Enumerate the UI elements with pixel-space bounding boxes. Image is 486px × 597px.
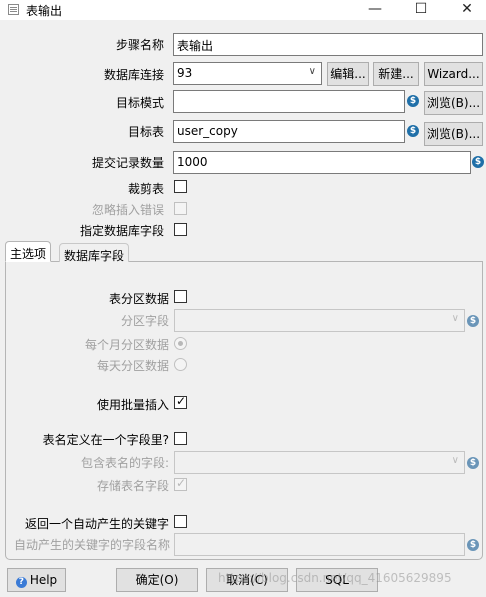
variable-icon[interactable]: $ [467,539,479,551]
new-connection-button[interactable]: 新建... [373,62,419,86]
store-tablename-checkbox[interactable]: ✓ [174,476,187,491]
specify-fields-label: 指定数据库字段 [79,224,164,238]
batch-insert-label: 使用批量插入 [96,398,169,412]
monthly-label: 每个月分区数据 [84,338,169,352]
minimize-button[interactable]: — [360,0,390,20]
check-mark-icon: ✓ [175,394,187,408]
daily-label: 每天分区数据 [96,359,169,373]
chevron-down-icon: ∨ [451,313,459,324]
variable-icon[interactable]: $ [407,95,419,107]
target-schema-input[interactable] [173,90,405,113]
commit-size-input[interactable]: 1000 [173,151,471,174]
variable-icon[interactable]: $ [472,156,484,168]
daily-radio[interactable] [174,358,187,371]
connection-label: 数据库连接 [103,68,164,82]
variable-icon[interactable]: $ [467,457,479,469]
target-schema-label: 目标模式 [115,96,164,110]
ignore-errors-checkbox[interactable] [174,202,187,215]
help-button-label: Help [29,573,58,587]
watermark-text: https://blog.csdn.net/qq_41605629895 [218,571,452,585]
browse-schema-button[interactable]: 浏览(B)... [424,91,483,115]
maximize-button[interactable]: ☐ [406,0,436,20]
variable-icon[interactable]: $ [407,125,419,137]
specify-fields-checkbox[interactable] [174,223,187,236]
edit-connection-button[interactable]: 编辑... [327,62,369,86]
monthly-radio[interactable] [174,337,187,350]
title-bar: 表输出 — ☐ ✕ [0,0,486,20]
chevron-down-icon: ∨ [451,455,459,466]
ignore-errors-label: 忽略插入错误 [91,203,164,217]
tablename-in-field-label: 表名定义在一个字段里? [42,433,169,447]
truncate-checkbox[interactable] [174,180,187,193]
variable-icon[interactable]: $ [467,315,479,327]
key-field-name-input[interactable] [174,533,465,556]
partition-checkbox[interactable] [174,290,187,303]
help-button[interactable]: ? Help [7,568,66,592]
store-tablename-label: 存储表名字段 [96,479,169,493]
help-icon: ? [15,577,27,588]
connection-value: 93 [177,66,193,80]
radio-selected-dot [178,341,183,346]
partition-label: 表分区数据 [108,292,169,306]
tablename-field-select[interactable]: ∨ [174,451,465,474]
close-button[interactable]: ✕ [452,0,482,20]
ok-button[interactable]: 确定(O) [116,568,198,592]
tab-main-options[interactable]: 主选项 [5,241,52,262]
target-table-input[interactable]: user_copy [173,120,405,143]
target-table-label: 目标表 [127,125,164,139]
truncate-label: 裁剪表 [127,182,164,196]
partition-field-select[interactable]: ∨ [174,309,465,332]
window-title: 表输出 [26,4,63,18]
batch-insert-checkbox[interactable]: ✓ [174,394,187,409]
key-field-name-label: 自动产生的关键字的字段名称 [13,538,170,552]
partition-field-label: 分区字段 [120,314,169,328]
wizard-button[interactable]: Wizard... [424,62,483,86]
commit-size-label: 提交记录数量 [91,156,164,170]
connection-select[interactable]: 93 ∨ [173,62,322,85]
step-name-input[interactable]: 表输出 [173,33,483,56]
check-mark-icon: ✓ [175,476,187,490]
return-key-checkbox[interactable] [174,515,187,528]
step-name-label: 步骤名称 [115,38,164,52]
tablename-field-label: 包含表名的字段: [80,456,169,470]
tablename-in-field-checkbox[interactable] [174,432,187,445]
tab-database-fields[interactable]: 数据库字段 [59,243,130,264]
return-key-label: 返回一个自动产生的关键字 [24,517,169,531]
table-output-icon [8,4,19,15]
browse-table-button[interactable]: 浏览(B)... [424,122,483,146]
chevron-down-icon: ∨ [308,66,316,77]
